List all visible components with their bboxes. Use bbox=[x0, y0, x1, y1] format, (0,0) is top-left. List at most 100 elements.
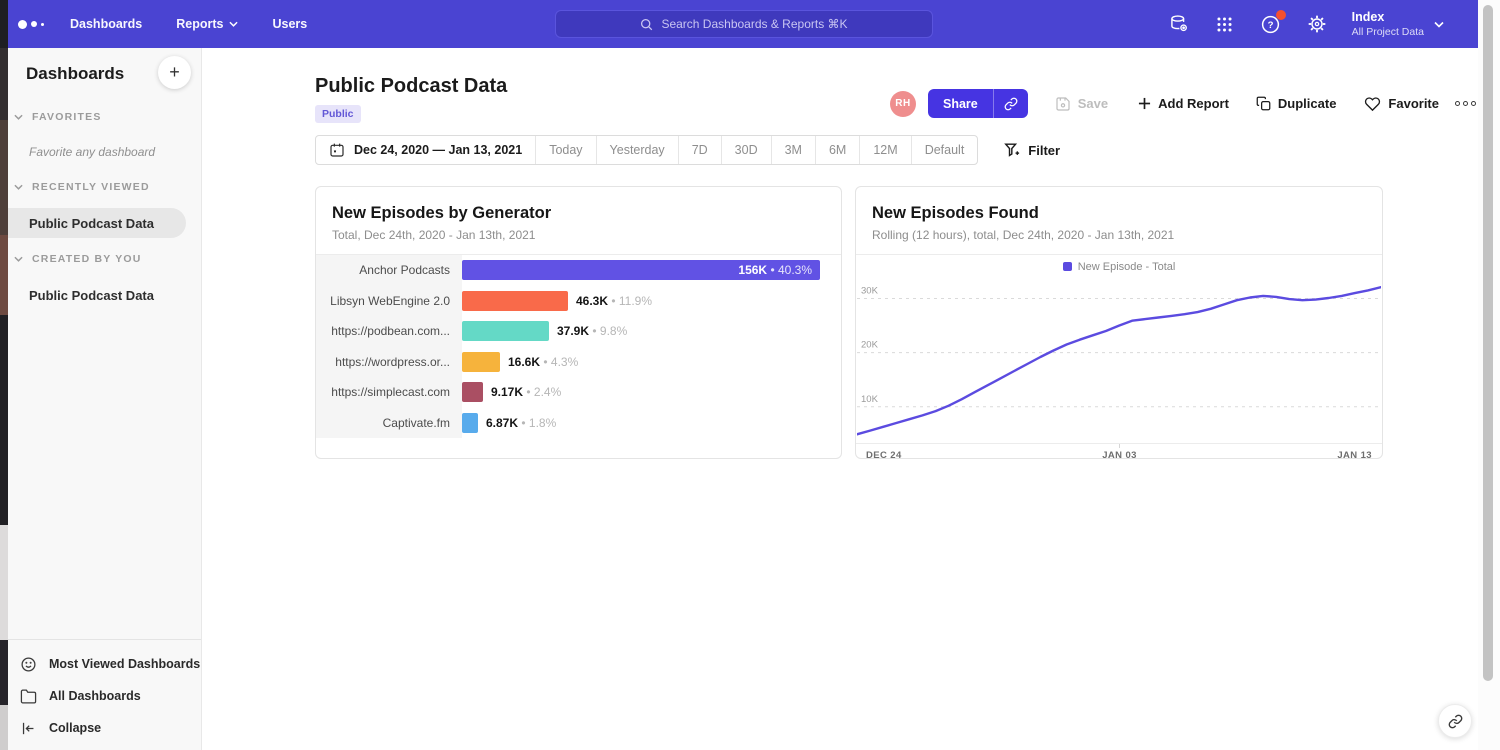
nav-users-label: Users bbox=[272, 17, 307, 31]
search-placeholder: Search Dashboards & Reports ⌘K bbox=[661, 17, 847, 31]
footer-item-label: Collapse bbox=[49, 721, 101, 735]
chevron-down-icon bbox=[1434, 21, 1444, 28]
more-options-button[interactable] bbox=[1455, 101, 1476, 106]
bar-category-label: Anchor Podcasts bbox=[316, 255, 462, 286]
chart-legend: New Episode - Total bbox=[856, 255, 1382, 278]
bar[interactable] bbox=[462, 291, 568, 311]
bar[interactable] bbox=[462, 382, 483, 402]
share-label[interactable]: Share bbox=[928, 89, 993, 118]
apps-grid-icon[interactable] bbox=[1214, 13, 1236, 35]
scrollbar-thumb[interactable] bbox=[1483, 5, 1493, 681]
bar-value-label: 46.3K • 11.9% bbox=[576, 294, 652, 308]
x-tick-mid: JAN 03 bbox=[1102, 450, 1137, 461]
project-name: Index bbox=[1352, 10, 1424, 24]
data-sources-icon[interactable] bbox=[1168, 13, 1190, 35]
date-range-label: Dec 24, 2020 — Jan 13, 2021 bbox=[354, 143, 522, 157]
filter-button[interactable]: Filter bbox=[1004, 142, 1060, 158]
favorite-button[interactable]: Favorite bbox=[1364, 96, 1439, 112]
add-dashboard-button[interactable]: + bbox=[158, 56, 191, 89]
preset-7d[interactable]: 7D bbox=[678, 136, 721, 164]
svg-text:10K: 10K bbox=[861, 394, 879, 405]
svg-text:?: ? bbox=[1268, 20, 1274, 31]
sidebar-item-public-podcast-data-2[interactable]: Public Podcast Data bbox=[8, 280, 154, 310]
bar-chart-title: New Episodes by Generator bbox=[332, 204, 825, 223]
filter-icon bbox=[1004, 142, 1020, 158]
bar[interactable] bbox=[462, 413, 478, 433]
most-viewed-dashboards-button[interactable]: Most Viewed Dashboards bbox=[20, 648, 201, 680]
nav-users[interactable]: Users bbox=[272, 17, 307, 31]
section-label: FAVORITES bbox=[32, 111, 102, 123]
bar-row: Captivate.fm6.87K • 1.8% bbox=[316, 408, 841, 439]
bar-row: https://wordpress.or...16.6K • 4.3% bbox=[316, 347, 841, 378]
share-button[interactable]: Share bbox=[928, 89, 1028, 118]
project-selector[interactable]: Index All Project Data bbox=[1352, 10, 1444, 38]
section-label: RECENTLY VIEWED bbox=[32, 181, 150, 193]
sidebar-section-created-by-you[interactable]: CREATED BY YOU bbox=[14, 253, 142, 265]
settings-gear-icon[interactable] bbox=[1306, 13, 1328, 35]
add-report-label: Add Report bbox=[1158, 96, 1229, 111]
public-badge: Public bbox=[315, 105, 361, 123]
bar-row: Libsyn WebEngine 2.0 46.3K • 11.9% bbox=[316, 286, 841, 317]
copy-icon bbox=[1256, 96, 1271, 111]
bar-chart-subtitle: Total, Dec 24th, 2020 - Jan 13th, 2021 bbox=[332, 228, 825, 242]
date-toolbar: Dec 24, 2020 — Jan 13, 2021 Today Yester… bbox=[315, 135, 1060, 165]
bar-category-label: Captivate.fm bbox=[316, 408, 462, 439]
page-title: Public Podcast Data bbox=[315, 75, 507, 98]
folder-icon bbox=[20, 688, 37, 705]
nav-reports[interactable]: Reports bbox=[176, 17, 238, 31]
page-scrollbar bbox=[1478, 0, 1500, 750]
date-range-button[interactable]: Dec 24, 2020 — Jan 13, 2021 bbox=[316, 136, 535, 164]
bar-chart-card: New Episodes by Generator Total, Dec 24t… bbox=[315, 186, 842, 459]
bar[interactable] bbox=[462, 321, 549, 341]
all-dashboards-button[interactable]: All Dashboards bbox=[20, 680, 201, 712]
x-tick-end: JAN 13 bbox=[1337, 450, 1372, 461]
avatar[interactable]: RH bbox=[890, 91, 916, 117]
sidebar-section-recently-viewed[interactable]: RECENTLY VIEWED bbox=[14, 181, 150, 193]
preset-yesterday[interactable]: Yesterday bbox=[596, 136, 678, 164]
chevron-down-icon bbox=[14, 184, 23, 190]
bar[interactable] bbox=[462, 352, 500, 372]
footer-item-label: Most Viewed Dashboards bbox=[49, 657, 200, 671]
preset-default[interactable]: Default bbox=[911, 136, 978, 164]
actions-row: RH Share Save Add Report Duplicate Favor… bbox=[890, 89, 1476, 118]
search-icon bbox=[640, 18, 653, 31]
plus-icon bbox=[1138, 97, 1151, 110]
legend-swatch bbox=[1063, 262, 1072, 271]
nav-dashboards-label: Dashboards bbox=[70, 17, 142, 31]
collapse-icon bbox=[20, 720, 37, 737]
add-report-button[interactable]: Add Report bbox=[1138, 96, 1229, 111]
preset-6m[interactable]: 6M bbox=[815, 136, 859, 164]
preset-12m[interactable]: 12M bbox=[859, 136, 910, 164]
bar-value-label: 16.6K • 4.3% bbox=[508, 355, 578, 369]
search-input[interactable]: Search Dashboards & Reports ⌘K bbox=[555, 10, 933, 38]
help-icon[interactable]: ? bbox=[1260, 13, 1282, 35]
legend-label: New Episode - Total bbox=[1078, 261, 1176, 273]
save-button[interactable]: Save bbox=[1055, 96, 1108, 112]
share-link-button[interactable] bbox=[994, 89, 1028, 118]
app-logo-icon[interactable] bbox=[18, 20, 44, 29]
bar-category-label: Libsyn WebEngine 2.0 bbox=[316, 286, 462, 317]
bar[interactable]: 156K • 40.3% bbox=[462, 260, 820, 280]
preset-30d[interactable]: 30D bbox=[721, 136, 771, 164]
filter-label: Filter bbox=[1028, 143, 1060, 158]
chevron-down-icon bbox=[229, 21, 238, 27]
line-chart-header: New Episodes Found Rolling (12 hours), t… bbox=[856, 187, 1382, 255]
bar-category-label: https://podbean.com... bbox=[316, 316, 462, 347]
duplicate-button[interactable]: Duplicate bbox=[1256, 96, 1337, 111]
sidebar-section-favorites[interactable]: FAVORITES bbox=[14, 111, 102, 123]
bar-row: Anchor Podcasts156K • 40.3% bbox=[316, 255, 841, 286]
bar-row: https://simplecast.com9.17K • 2.4% bbox=[316, 377, 841, 408]
sidebar-item-public-podcast-data[interactable]: Public Podcast Data bbox=[8, 208, 186, 238]
preset-today[interactable]: Today bbox=[535, 136, 595, 164]
project-scope: All Project Data bbox=[1352, 26, 1424, 38]
favorites-empty-state: Favorite any dashboard bbox=[29, 145, 155, 159]
notification-badge bbox=[1276, 10, 1286, 20]
collapse-sidebar-button[interactable]: Collapse bbox=[20, 712, 201, 744]
link-icon bbox=[1448, 714, 1463, 729]
nav-dashboards[interactable]: Dashboards bbox=[70, 17, 142, 31]
sidebar-item-label: Public Podcast Data bbox=[29, 288, 154, 303]
preset-3m[interactable]: 3M bbox=[771, 136, 815, 164]
copy-link-floating-button[interactable] bbox=[1438, 704, 1472, 738]
favorite-label: Favorite bbox=[1388, 96, 1439, 111]
bar-rows: Anchor Podcasts156K • 40.3%Libsyn WebEng… bbox=[316, 255, 841, 438]
